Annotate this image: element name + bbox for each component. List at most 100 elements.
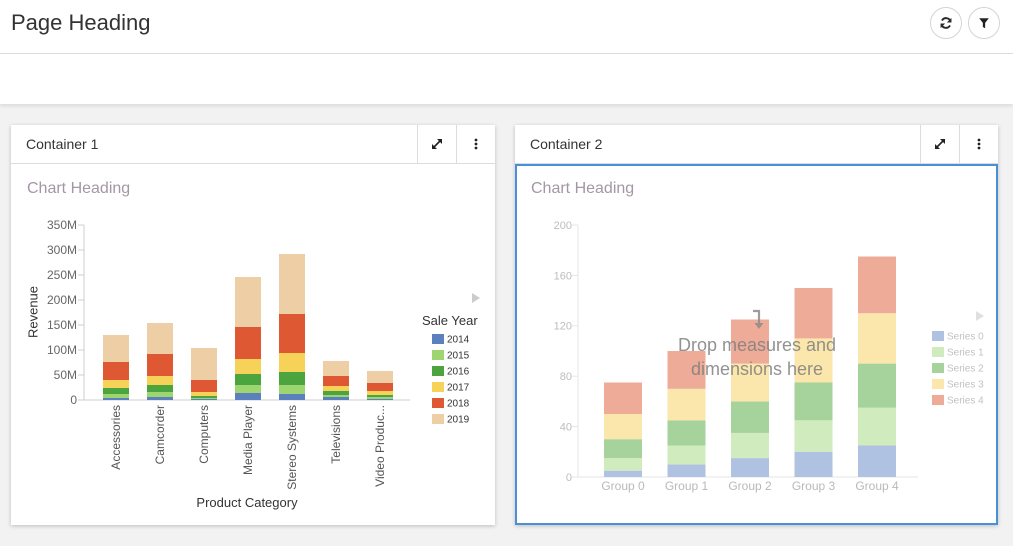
bar-segment-2014-5[interactable] <box>323 397 349 400</box>
bar-segment-series-1-2[interactable] <box>731 432 769 459</box>
y-axis-title: Revenue <box>26 286 41 338</box>
bar-segment-series-0-3[interactable] <box>794 451 833 477</box>
drop-hint-line-1: Drop measures and <box>678 335 836 355</box>
bar-segment-2014-2[interactable] <box>191 399 217 400</box>
bar-segment-series-0-4[interactable] <box>858 445 896 478</box>
bar-segment-series-1-1[interactable] <box>667 445 706 465</box>
bar-segment-2016-1[interactable] <box>147 385 173 392</box>
bar-segment-series-2-1[interactable] <box>667 420 706 446</box>
legend-label[interactable]: 2016 <box>447 367 470 378</box>
legend-label[interactable]: 2015 <box>447 351 470 362</box>
legend-scroll-arrow-icon[interactable] <box>976 311 984 321</box>
legend-label[interactable]: Series 0 <box>947 332 984 343</box>
expand-button[interactable] <box>417 125 456 163</box>
bar-segment-2017-3[interactable] <box>235 359 261 374</box>
more-options-button[interactable] <box>959 125 998 163</box>
legend-swatch[interactable] <box>932 395 944 405</box>
bar-segment-series-4-0[interactable] <box>604 382 642 415</box>
container-title: Container 2 <box>530 136 603 152</box>
bar-segment-2016-4[interactable] <box>279 372 305 385</box>
bar-segment-2018-2[interactable] <box>191 380 217 392</box>
bar-segment-series-2-3[interactable] <box>794 382 833 421</box>
bar-segment-2016-5[interactable] <box>323 391 349 395</box>
bar-segment-2015-3[interactable] <box>235 385 261 393</box>
bar-segment-2016-3[interactable] <box>235 374 261 385</box>
bar-segment-series-2-2[interactable] <box>731 401 769 433</box>
bar-segment-2019-0[interactable] <box>103 335 129 362</box>
bar-segment-series-0-2[interactable] <box>731 458 769 477</box>
more-vertical-icon <box>474 138 478 150</box>
bar-segment-2017-4[interactable] <box>279 353 305 372</box>
bar-segment-series-2-4[interactable] <box>858 363 896 408</box>
bar-segment-2018-3[interactable] <box>235 327 261 359</box>
bar-segment-series-1-3[interactable] <box>794 420 833 452</box>
bar-segment-2019-1[interactable] <box>147 323 173 354</box>
bar-segment-2019-5[interactable] <box>323 361 349 376</box>
bar-segment-2016-2[interactable] <box>191 396 217 398</box>
bar-segment-2015-0[interactable] <box>103 394 129 398</box>
expand-button[interactable] <box>920 125 959 163</box>
container-body-drop-zone[interactable]: Chart Heading 0 40 80 120 160 200 Group 0 Group… <box>515 164 998 525</box>
bar-segment-2015-2[interactable] <box>191 398 217 399</box>
bar-segment-2017-2[interactable] <box>191 392 217 396</box>
legend-swatch[interactable] <box>432 366 444 376</box>
bar-segment-2014-3[interactable] <box>235 393 261 400</box>
bar-segment-2014-1[interactable] <box>147 397 173 400</box>
legend-label[interactable]: Series 3 <box>947 380 984 391</box>
bar-segment-2014-6[interactable] <box>367 399 393 400</box>
bar-segment-2014-0[interactable] <box>103 398 129 400</box>
bar-segment-series-3-4[interactable] <box>858 313 896 364</box>
bar-segment-series-0-1[interactable] <box>667 464 706 477</box>
legend-label[interactable]: Series 2 <box>947 364 984 375</box>
legend-swatch[interactable] <box>932 363 944 373</box>
bar-segment-2014-4[interactable] <box>279 394 305 400</box>
legend-swatch[interactable] <box>432 382 444 392</box>
bar-segment-2018-1[interactable] <box>147 354 173 376</box>
refresh-button[interactable] <box>930 7 962 39</box>
bar-segment-2019-2[interactable] <box>191 348 217 380</box>
bar-segment-2015-5[interactable] <box>323 395 349 397</box>
bar-segment-series-3-0[interactable] <box>604 414 642 440</box>
bar-segment-2018-0[interactable] <box>103 362 129 380</box>
bar-segment-2015-4[interactable] <box>279 385 305 394</box>
bar-segment-series-4-4[interactable] <box>858 256 896 314</box>
legend-label[interactable]: 2019 <box>447 415 470 426</box>
bar-segment-2017-0[interactable] <box>103 380 129 388</box>
container-header: Container 1 <box>11 125 495 164</box>
bar-segment-2017-5[interactable] <box>323 386 349 391</box>
legend-swatch[interactable] <box>932 331 944 341</box>
x-axis-title: Product Category <box>196 495 298 510</box>
bar-segment-series-2-0[interactable] <box>604 439 642 459</box>
legend-label[interactable]: Series 4 <box>947 396 984 407</box>
bar-segment-series-1-4[interactable] <box>858 407 896 446</box>
legend-swatch[interactable] <box>432 350 444 360</box>
bar-segment-series-0-0[interactable] <box>604 470 642 477</box>
legend-label[interactable]: 2014 <box>447 335 470 346</box>
bar-segment-2017-6[interactable] <box>367 391 393 395</box>
bar-segment-2017-1[interactable] <box>147 376 173 385</box>
more-options-button[interactable] <box>456 125 495 163</box>
legend-swatch[interactable] <box>432 398 444 408</box>
bar-segment-series-3-1[interactable] <box>667 388 706 421</box>
legend-label[interactable]: Series 1 <box>947 348 984 359</box>
bar-segment-series-4-3[interactable] <box>794 288 833 339</box>
bar-segment-series-1-0[interactable] <box>604 458 642 471</box>
legend-swatch[interactable] <box>432 414 444 424</box>
bar-segment-2018-4[interactable] <box>279 314 305 353</box>
legend-label[interactable]: 2018 <box>447 399 470 410</box>
filter-button[interactable] <box>968 7 1000 39</box>
bar-segment-2019-4[interactable] <box>279 254 305 314</box>
bar-segment-2019-6[interactable] <box>367 371 393 383</box>
legend-swatch[interactable] <box>932 379 944 389</box>
bar-segment-2016-0[interactable] <box>103 388 129 394</box>
bar-segment-2016-6[interactable] <box>367 395 393 397</box>
bar-segment-2018-5[interactable] <box>323 376 349 386</box>
bar-segment-2015-6[interactable] <box>367 397 393 399</box>
legend-label[interactable]: 2017 <box>447 383 470 394</box>
legend-swatch[interactable] <box>932 347 944 357</box>
bar-segment-2015-1[interactable] <box>147 392 173 397</box>
bar-segment-2018-6[interactable] <box>367 383 393 391</box>
legend-scroll-arrow-icon[interactable] <box>472 293 480 303</box>
bar-segment-2019-3[interactable] <box>235 277 261 327</box>
legend-swatch[interactable] <box>432 334 444 344</box>
